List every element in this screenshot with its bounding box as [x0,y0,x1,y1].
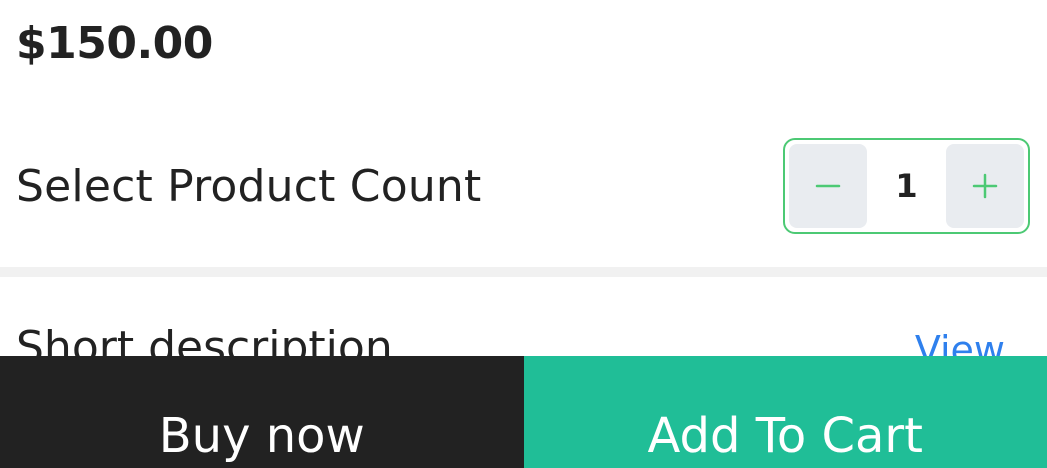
add-to-cart-label: Add To Cart [647,407,923,464]
buy-now-button[interactable]: Buy now [0,356,524,468]
buy-now-label: Buy now [158,407,365,464]
section-divider [0,267,1047,277]
product-price: $150.00 [16,18,213,69]
quantity-value[interactable]: 1 [867,167,946,205]
minus-icon [815,184,841,188]
quantity-stepper: 1 [783,138,1030,234]
decrement-button[interactable] [789,144,867,228]
increment-button[interactable] [946,144,1024,228]
plus-icon [972,173,998,199]
bottom-action-bar: Buy now Add To Cart [0,356,1047,468]
add-to-cart-button[interactable]: Add To Cart [523,356,1047,468]
quantity-label: Select Product Count [16,161,482,212]
product-detail-page: $150.00 Select Product Count 1 Short des… [0,0,1047,468]
